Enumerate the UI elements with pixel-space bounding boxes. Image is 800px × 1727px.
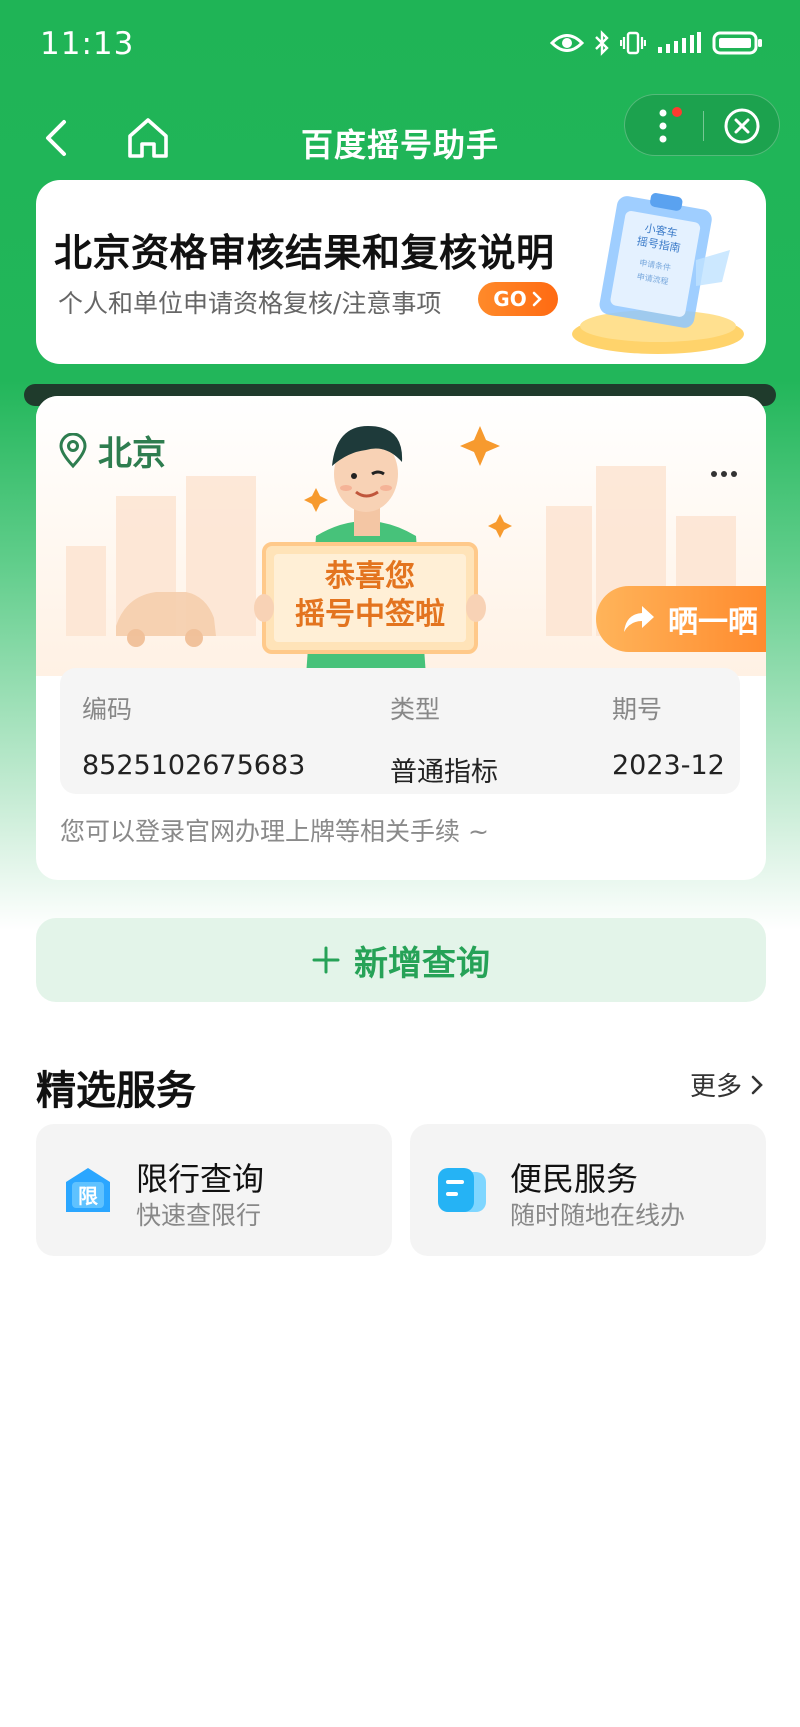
result-scene: 恭喜您 摇号中签啦 北京 晒一晒 [36,396,766,676]
share-button[interactable]: 晒一晒 [596,586,766,652]
share-label: 晒一晒 [668,605,758,640]
plus-icon [312,946,340,974]
service-card-traffic-restriction[interactable]: 限 限行查询 快速查限行 [36,1124,392,1256]
field-value: 2023-12 [612,750,725,781]
status-bar: 11:13 [0,0,800,90]
congrats-sign: 恭喜您 摇号中签啦 [274,558,466,634]
mini-program-capsule [624,94,780,156]
chevron-right-icon [751,1075,763,1094]
field-label: 编码 [82,695,133,724]
sign-line-1: 恭喜您 [325,559,415,594]
service-card-convenience[interactable]: 便民服务 随时随地在线办 [410,1124,766,1256]
field-value: 普通指标 [390,757,498,788]
review-notice-banner[interactable]: 北京资格审核结果和复核说明 个人和单位申请资格复核/注意事项 GO 小客车 摇号… [36,180,766,364]
sign-line-2: 摇号中签啦 [295,597,445,632]
field-label: 类型 [390,695,441,724]
field-type: 类型 普通指标 [390,690,498,789]
vibrate-icon [620,31,646,55]
add-query-button[interactable]: 新增查询 [36,918,766,1002]
more-horizontal-icon[interactable] [710,468,738,480]
field-label: 期号 [612,695,663,724]
nav-bar: 百度摇号助手 [0,90,800,190]
battery-icon [712,31,762,55]
capsule-divider [703,111,704,141]
service-desc: 快速查限行 [136,1201,262,1230]
location-label: 北京 [58,426,166,475]
bluetooth-icon [595,30,609,56]
lottery-result-card: 恭喜您 摇号中签啦 北京 晒一晒 编码 8525102675683 类型 普通指… [36,396,766,880]
result-note: 您可以登录官网办理上牌等相关手续 ~ [60,817,489,846]
add-query-label: 新增查询 [354,943,490,984]
services-title: 精选服务 [36,1068,196,1114]
field-code: 编码 8525102675683 [82,690,305,781]
status-time: 11:13 [40,26,135,62]
convenience-service-icon [438,1168,486,1212]
signal-icon [658,32,701,53]
go-label: GO [493,287,527,311]
traffic-restriction-icon: 限 [66,1168,110,1212]
share-arrow-icon [624,606,654,632]
banner-subtitle: 个人和单位申请资格复核/注意事项 [58,289,442,318]
close-circle-icon[interactable] [723,107,761,145]
services-more-link[interactable]: 更多 [690,1066,764,1103]
service-name: 限行查询 [136,1160,265,1198]
field-period: 期号 2023-12 [612,690,725,781]
location-pin-icon [59,432,87,468]
location-text: 北京 [98,434,166,474]
eye-icon [550,34,584,52]
status-icons [550,30,764,56]
guide-clipboard-illustration: 小客车 摇号指南 申请条件 申请流程 [572,193,744,354]
icon-glyph: 限 [78,1184,98,1208]
chevron-right-icon [532,291,542,307]
service-name: 便民服务 [510,1160,639,1198]
more-vertical-icon[interactable] [647,103,687,149]
notification-dot [672,107,682,117]
result-info-box: 编码 8525102675683 类型 普通指标 期号 2023-12 [60,668,740,794]
banner-title: 北京资格审核结果和复核说明 [54,231,555,275]
more-label: 更多 [689,1072,742,1102]
field-value: 8525102675683 [82,750,306,781]
service-desc: 随时随地在线办 [510,1201,686,1230]
